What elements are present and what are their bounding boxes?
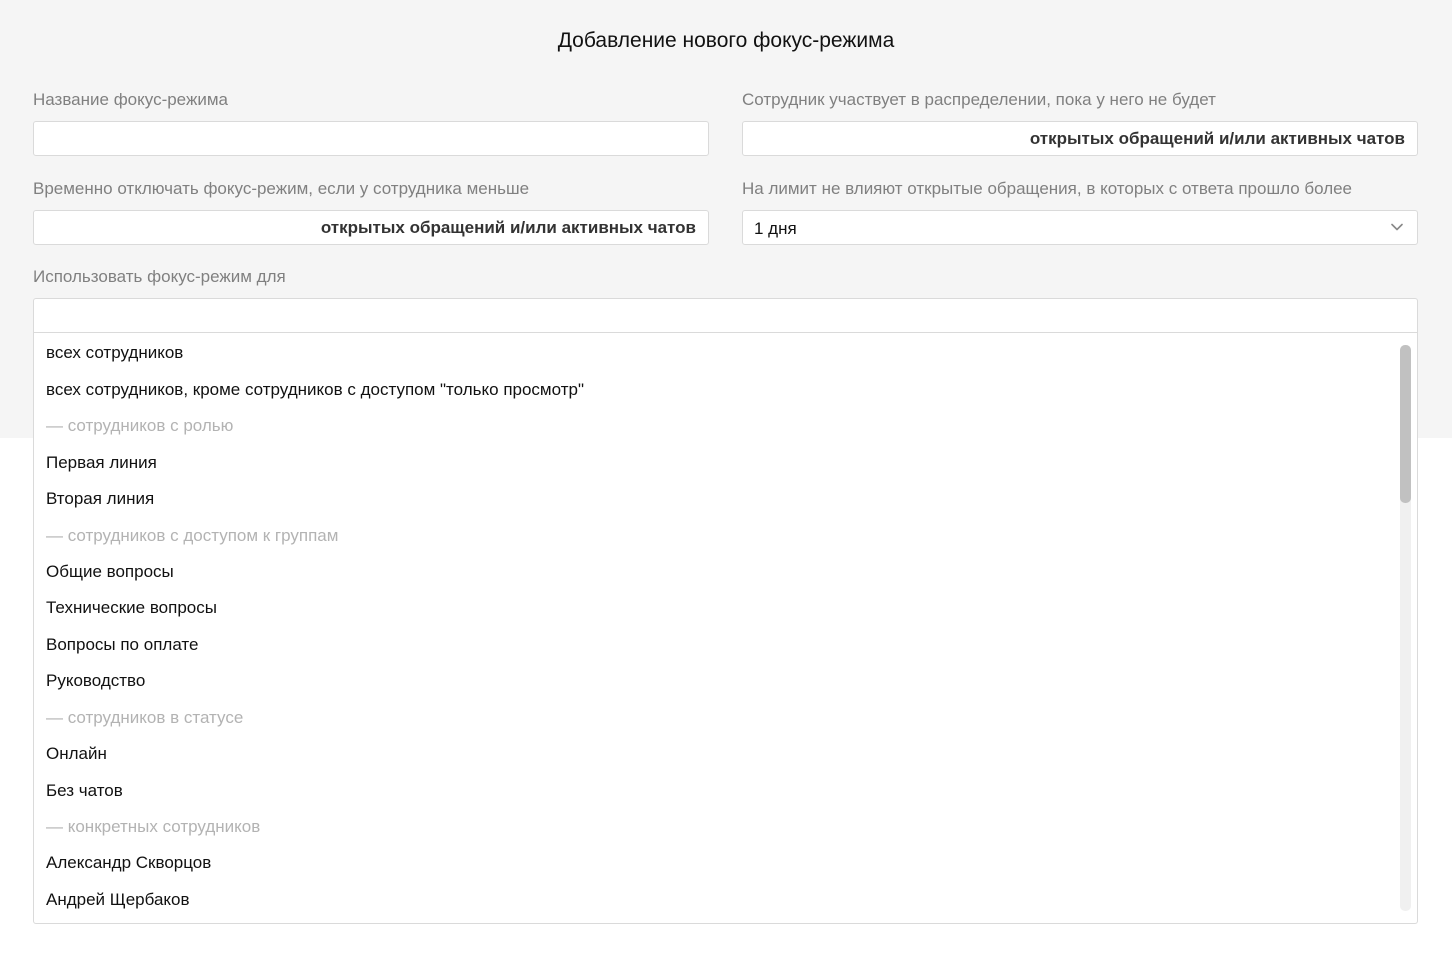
name-input[interactable] <box>33 121 709 156</box>
use-for-input[interactable] <box>33 298 1418 333</box>
dropdown-option[interactable]: Без чатов <box>46 781 123 801</box>
name-label: Название фокус-режима <box>33 90 228 109</box>
dropdown-group-header: — сотрудников с доступом к группам <box>46 526 339 545</box>
limit-exclusion-select[interactable]: 1 дня <box>742 210 1418 245</box>
dropdown-option[interactable]: Общие вопросы <box>46 562 174 582</box>
dropdown-group-header: — сотрудников с ролью <box>46 416 234 435</box>
participation-label: Сотрудник участвует в распределении, пок… <box>742 90 1216 109</box>
dialog-title: Добавление нового фокус-режима <box>557 29 895 52</box>
dropdown-group-header: — конкретных сотрудников <box>46 817 261 836</box>
dropdown-option[interactable]: всех сотрудников <box>46 343 183 363</box>
limit-exclusion-label: На лимит не влияют открытые обращения, в… <box>742 179 1353 198</box>
disable-when-suffix: открытых обращений и/или активных чатов <box>320 218 696 237</box>
disable-when-input[interactable]: открытых обращений и/или активных чатов <box>33 210 709 245</box>
dropdown-option[interactable]: Вторая линия <box>46 489 154 509</box>
dropdown-option[interactable]: всех сотрудников, кроме сотрудников с до… <box>46 380 584 400</box>
use-for-label: Использовать фокус-режим для <box>33 267 286 286</box>
dropdown-option[interactable]: Онлайн <box>46 744 107 764</box>
participation-suffix: открытых обращений и/или активных чатов <box>1029 129 1405 148</box>
dropdown-scrollbar[interactable] <box>1400 345 1411 911</box>
use-for-dropdown: всех сотрудников всех сотрудников, кроме… <box>33 333 1418 924</box>
dropdown-option[interactable]: Александр Скворцов <box>46 853 211 873</box>
dropdown-scrollbar-thumb[interactable] <box>1400 345 1411 503</box>
dropdown-option[interactable]: Руководство <box>46 671 145 691</box>
dropdown-option[interactable]: Первая линия <box>46 453 157 473</box>
participation-input[interactable]: открытых обращений и/или активных чатов <box>742 121 1418 156</box>
dropdown-group-header: — сотрудников в статусе <box>46 708 244 727</box>
dropdown-option[interactable]: Вопросы по оплате <box>46 635 198 655</box>
disable-when-label: Временно отключать фокус-режим, если у с… <box>33 179 530 198</box>
dropdown-option[interactable]: Технические вопросы <box>46 598 217 618</box>
dropdown-option[interactable]: Андрей Щербаков <box>46 890 190 910</box>
chevron-down-icon <box>1391 223 1403 231</box>
limit-exclusion-value: 1 дня <box>754 219 797 238</box>
